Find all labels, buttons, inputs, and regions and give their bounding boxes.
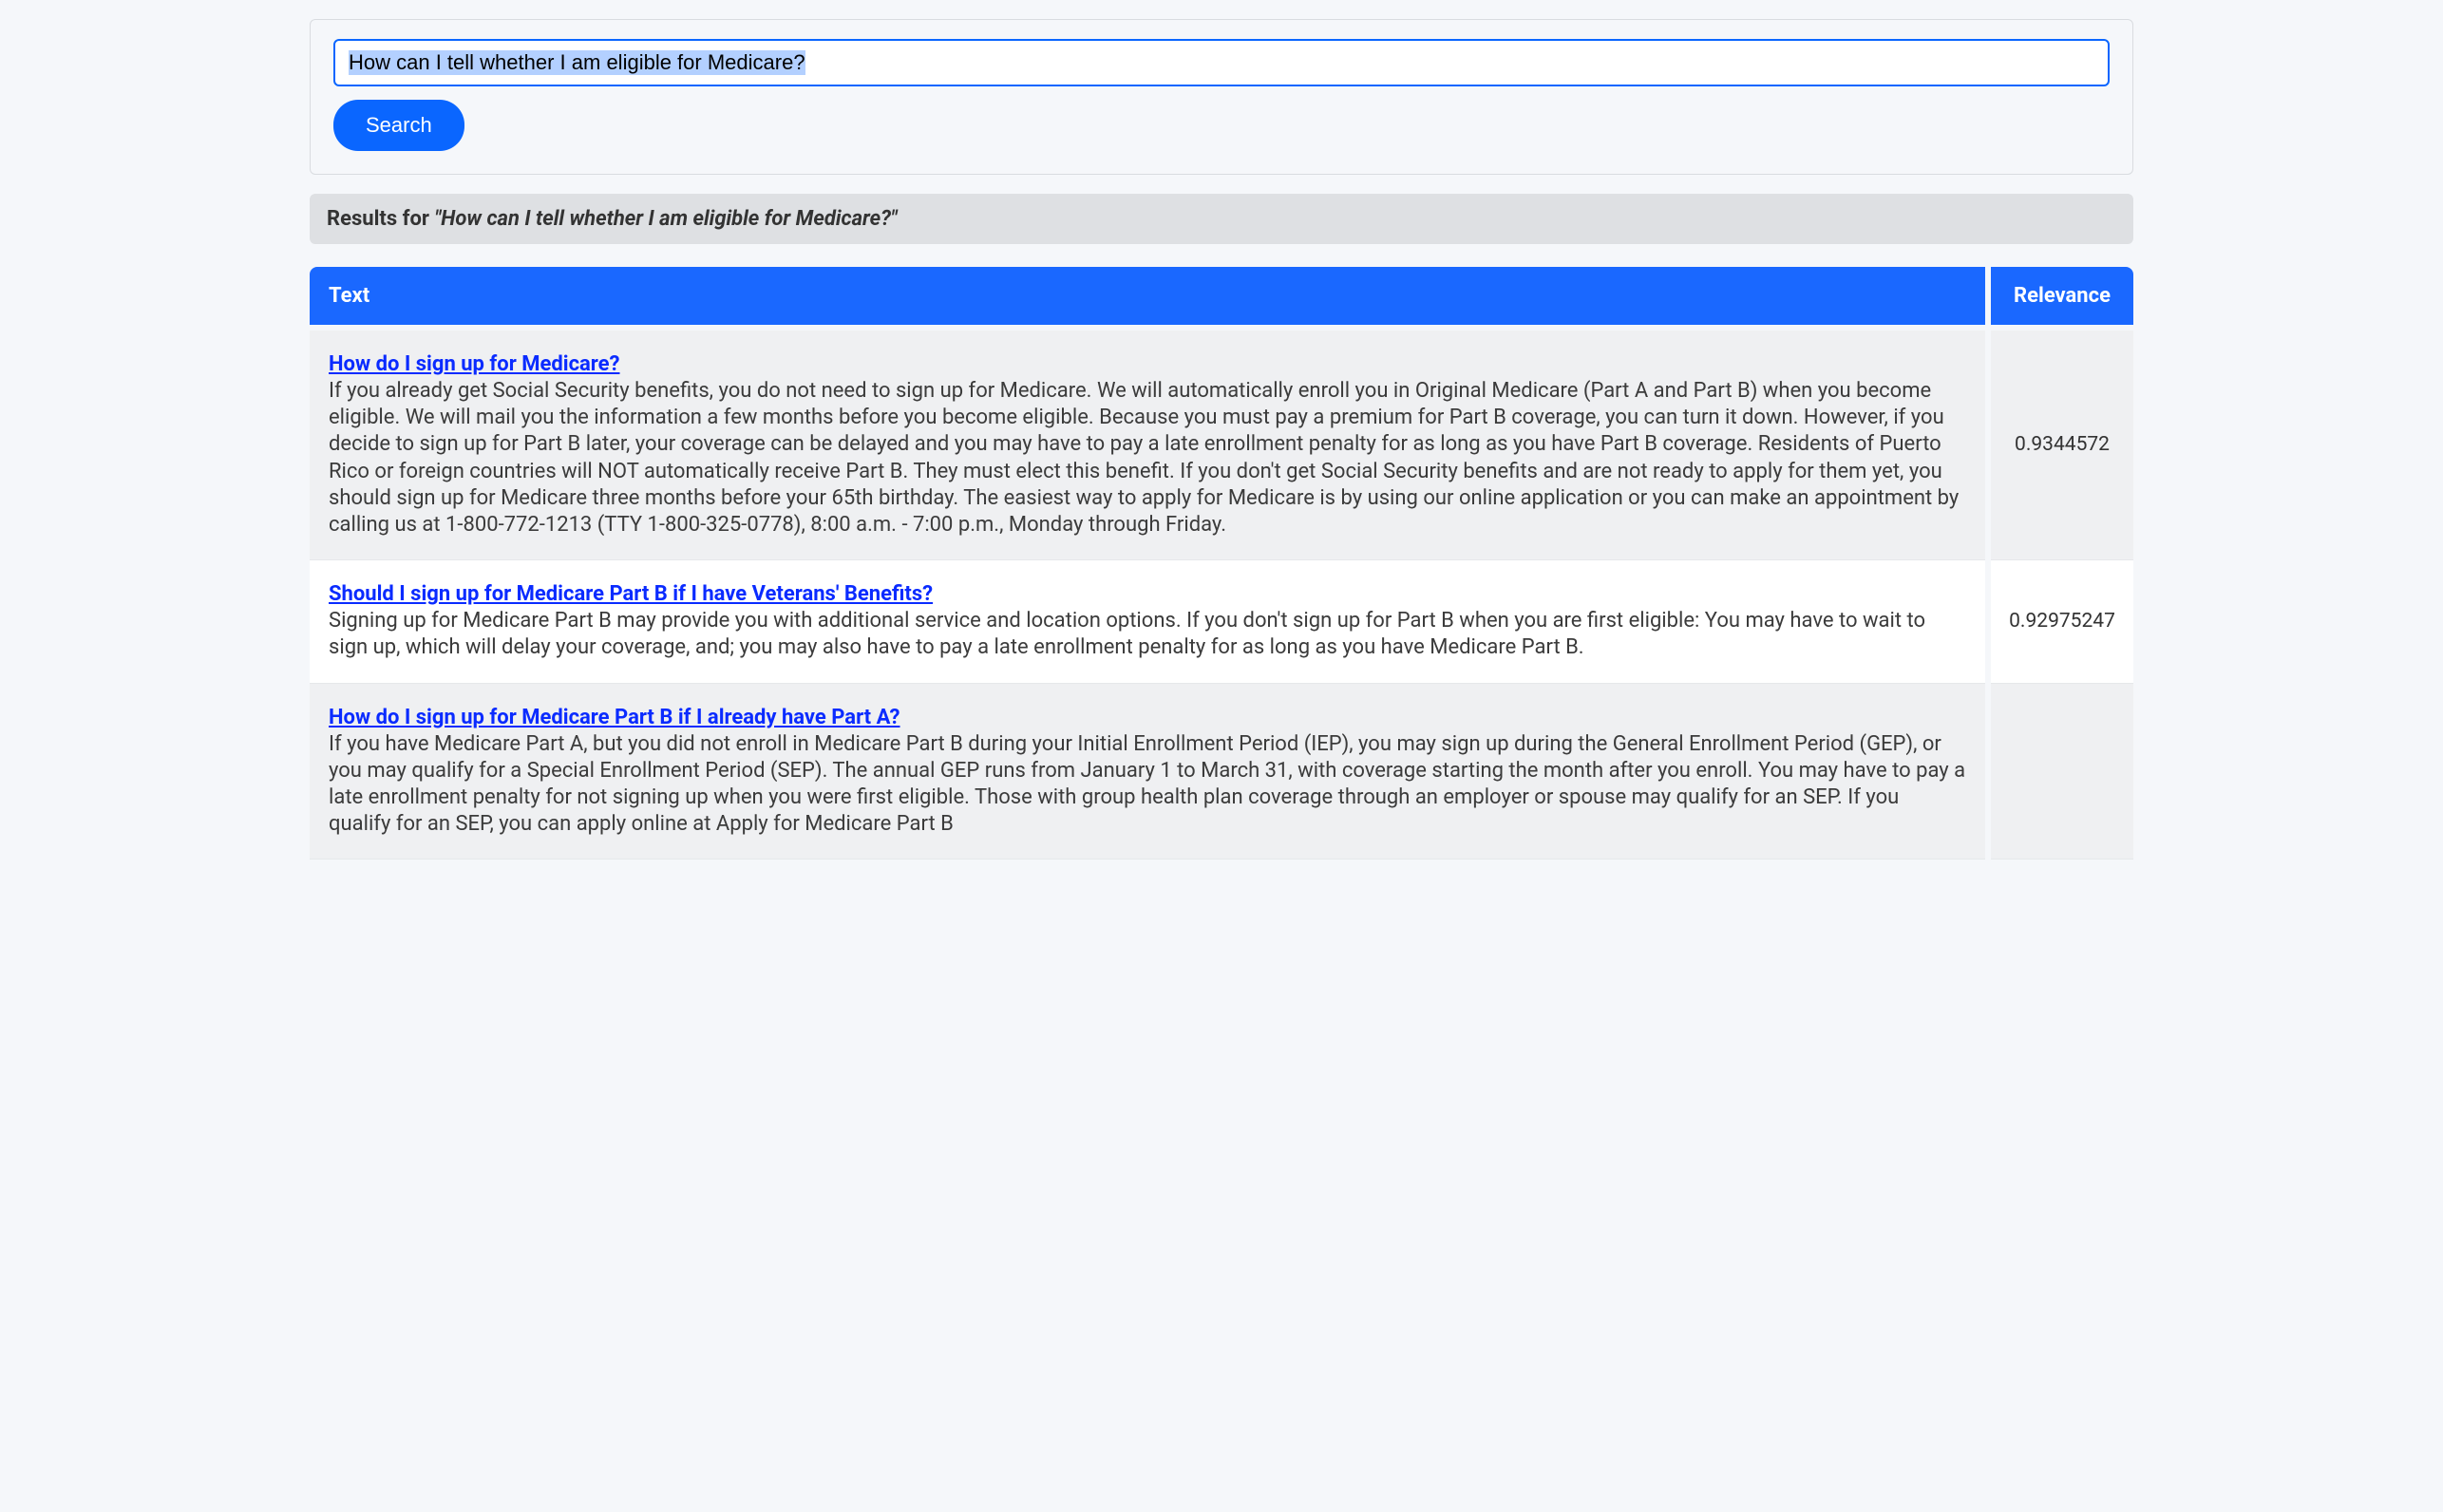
results-table: Text Relevance How do I sign up for Medi… [310,267,2133,860]
result-text-cell: Should I sign up for Medicare Part B if … [310,560,1985,683]
result-text-cell: How do I sign up for Medicare Part B if … [310,684,1985,860]
table-header-row: Text Relevance [310,267,2133,325]
result-title-link[interactable]: How do I sign up for Medicare? [329,352,620,376]
result-text-cell: How do I sign up for Medicare? If you al… [310,331,1985,560]
result-body: If you already get Social Security benef… [329,379,1959,537]
search-panel: Search [310,19,2133,175]
result-relevance-cell: 0.9344572 [1991,331,2133,560]
table-row: Should I sign up for Medicare Part B if … [310,560,2133,683]
result-relevance-cell [1991,684,2133,860]
result-relevance-cell: 0.92975247 [1991,560,2133,683]
search-button[interactable]: Search [333,100,464,151]
result-title-link[interactable]: How do I sign up for Medicare Part B if … [329,706,900,729]
result-body: If you have Medicare Part A, but you did… [329,732,1965,836]
result-body: Signing up for Medicare Part B may provi… [329,609,1925,659]
table-row: How do I sign up for Medicare? If you al… [310,331,2133,560]
column-header-text: Text [310,267,1985,325]
column-header-relevance: Relevance [1991,267,2133,325]
result-title-link[interactable]: Should I sign up for Medicare Part B if … [329,582,933,606]
search-input[interactable] [333,39,2110,86]
results-query: "How can I tell whether I am eligible fo… [434,207,897,231]
table-body: How do I sign up for Medicare? If you al… [310,331,2133,860]
table-row: How do I sign up for Medicare Part B if … [310,684,2133,860]
results-header: Results for "How can I tell whether I am… [310,194,2133,244]
results-prefix: Results for [327,207,434,231]
